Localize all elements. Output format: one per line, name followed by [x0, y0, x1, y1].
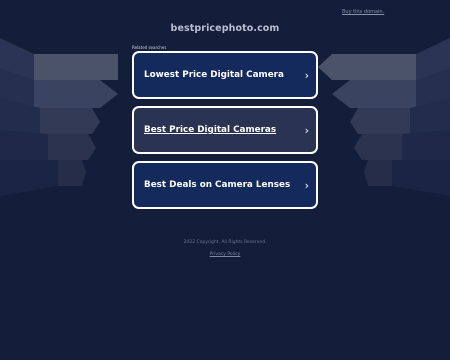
- chevron-right-icon: ›: [304, 178, 309, 192]
- domain-title: bestpricephoto.com: [170, 23, 280, 34]
- related-search-button-best-price-digital-cameras[interactable]: Best Price Digital Cameras ›: [132, 106, 318, 154]
- related-search-label: Best Deals on Camera Lenses: [144, 180, 291, 190]
- copyright-text: 2022 Copyright. All Rights Reserved.: [183, 240, 267, 245]
- related-search-label: Best Price Digital Cameras: [144, 125, 277, 135]
- buy-domain-link[interactable]: Buy this domain.: [342, 9, 384, 15]
- related-searches-label: Related searches: [132, 45, 167, 50]
- chevron-right-icon: ›: [304, 68, 309, 82]
- related-search-button-best-deals-on-camera-lenses[interactable]: Best Deals on Camera Lenses ›: [132, 161, 318, 209]
- related-search-label: Lowest Price Digital Camera: [144, 70, 284, 80]
- chevron-right-icon: ›: [304, 123, 309, 137]
- related-search-button-lowest-price-digital-camera[interactable]: Lowest Price Digital Camera ›: [132, 51, 318, 99]
- privacy-policy-link[interactable]: Privacy Policy: [0, 252, 450, 257]
